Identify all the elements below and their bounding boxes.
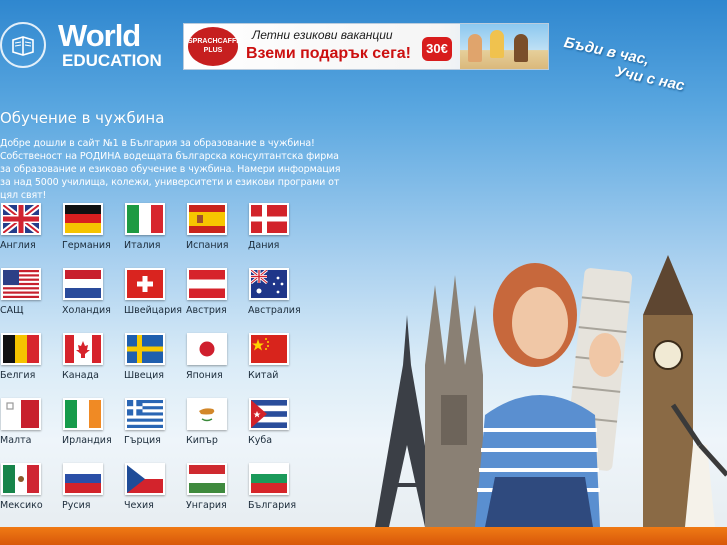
flag-spain-icon[interactable] bbox=[187, 203, 227, 235]
country-link[interactable]: Русия bbox=[62, 463, 124, 523]
country-label[interactable]: Чехия bbox=[124, 500, 154, 511]
country-label[interactable]: Мексико bbox=[0, 500, 43, 511]
country-label[interactable]: Италия bbox=[124, 240, 160, 251]
flag-netherlands-icon[interactable] bbox=[63, 268, 103, 300]
country-link[interactable]: Австралия bbox=[248, 268, 310, 328]
bottom-bar bbox=[0, 527, 727, 545]
landmarks-hero-image bbox=[375, 255, 727, 527]
page-title: Обучение в чужбина bbox=[0, 109, 165, 127]
country-link[interactable]: Швейцария bbox=[124, 268, 186, 328]
country-label[interactable]: САЩ bbox=[0, 305, 24, 316]
logo-world-text[interactable]: World bbox=[58, 20, 141, 52]
country-label[interactable]: Русия bbox=[62, 500, 90, 511]
country-link[interactable]: САЩ bbox=[0, 268, 62, 328]
country-link[interactable]: Кипър bbox=[186, 398, 248, 458]
country-link[interactable]: Малта bbox=[0, 398, 62, 458]
country-label[interactable]: Кипър bbox=[186, 435, 218, 446]
country-link[interactable]: Чехия bbox=[124, 463, 186, 523]
banner-headline: Летни езикови ваканции bbox=[252, 28, 393, 42]
country-label[interactable]: Унгария bbox=[186, 500, 227, 511]
flag-italy-icon[interactable] bbox=[125, 203, 165, 235]
banner-brand-logo: SPRACHCAFFE PLUS bbox=[188, 27, 241, 66]
country-link[interactable]: Унгария bbox=[186, 463, 248, 523]
flag-canada-icon[interactable] bbox=[63, 333, 103, 365]
flag-australia-icon[interactable] bbox=[249, 268, 289, 300]
flag-ireland-icon[interactable] bbox=[63, 398, 103, 430]
country-label[interactable]: Испания bbox=[186, 240, 228, 251]
country-label[interactable]: Холандия bbox=[62, 305, 111, 316]
country-link[interactable]: Австрия bbox=[186, 268, 248, 328]
banner-price-badge: 30€ bbox=[422, 37, 452, 61]
country-link[interactable]: Мексико bbox=[0, 463, 62, 523]
country-link[interactable]: България bbox=[248, 463, 310, 523]
country-label[interactable]: Гърция bbox=[124, 435, 161, 446]
country-label[interactable]: Япония bbox=[186, 370, 223, 381]
country-link[interactable]: Англия bbox=[0, 203, 62, 263]
flag-denmark-icon[interactable] bbox=[249, 203, 289, 235]
flag-greece-icon[interactable] bbox=[125, 398, 165, 430]
country-link[interactable]: Швеция bbox=[124, 333, 186, 393]
flag-switzerland-icon[interactable] bbox=[125, 268, 165, 300]
flag-mexico-icon[interactable] bbox=[1, 463, 41, 495]
flag-hungary-icon[interactable] bbox=[187, 463, 227, 495]
country-label[interactable]: Австралия bbox=[248, 305, 301, 316]
flag-malta-icon[interactable] bbox=[1, 398, 41, 430]
flag-czech-icon[interactable] bbox=[125, 463, 165, 495]
flag-sweden-icon[interactable] bbox=[125, 333, 165, 365]
country-label[interactable]: Австрия bbox=[186, 305, 227, 316]
country-flag-grid: Англия Германия Италия Испания Дания САЩ Холан… bbox=[0, 203, 330, 513]
country-link[interactable]: Испания bbox=[186, 203, 248, 263]
flag-bulgaria-icon[interactable] bbox=[249, 463, 289, 495]
country-label[interactable]: Малта bbox=[0, 435, 31, 446]
country-link[interactable]: Куба bbox=[248, 398, 310, 458]
flag-china-icon[interactable] bbox=[249, 333, 289, 365]
country-link[interactable]: Китай bbox=[248, 333, 310, 393]
country-label[interactable]: Германия bbox=[62, 240, 111, 251]
flag-germany-icon[interactable] bbox=[63, 203, 103, 235]
country-link[interactable]: Холандия bbox=[62, 268, 124, 328]
country-label[interactable]: Куба bbox=[248, 435, 272, 446]
country-label[interactable]: Англия bbox=[0, 240, 36, 251]
country-link[interactable]: Ирландия bbox=[62, 398, 124, 458]
promo-banner[interactable]: SPRACHCAFFE PLUS Летни езикови ваканции … bbox=[183, 23, 549, 70]
country-link[interactable]: Гърция bbox=[124, 398, 186, 458]
flag-belgium-icon[interactable] bbox=[1, 333, 41, 365]
country-link[interactable]: Япония bbox=[186, 333, 248, 393]
country-label[interactable]: Швейцария bbox=[124, 305, 182, 316]
flag-russia-icon[interactable] bbox=[63, 463, 103, 495]
flag-austria-icon[interactable] bbox=[187, 268, 227, 300]
country-label[interactable]: Белгия bbox=[0, 370, 35, 381]
flag-uk-icon[interactable] bbox=[1, 203, 41, 235]
country-label[interactable]: Канада bbox=[62, 370, 99, 381]
country-label[interactable]: България bbox=[248, 500, 296, 511]
logo-education-text[interactable]: EDUCATION bbox=[62, 52, 162, 70]
flag-japan-icon[interactable] bbox=[187, 333, 227, 365]
header: World EDUCATION SPRACHCAFFE PLUS Летни е… bbox=[0, 0, 727, 95]
country-link[interactable]: Белгия bbox=[0, 333, 62, 393]
country-label[interactable]: Ирландия bbox=[62, 435, 112, 446]
banner-photo bbox=[460, 24, 548, 69]
country-label[interactable]: Швеция bbox=[124, 370, 164, 381]
country-link[interactable]: Италия bbox=[124, 203, 186, 263]
flag-usa-icon[interactable] bbox=[1, 268, 41, 300]
country-label[interactable]: Китай bbox=[248, 370, 278, 381]
flag-cuba-icon[interactable] bbox=[249, 398, 289, 430]
intro-text: Добре дошли в сайт №1 в България за обра… bbox=[0, 138, 341, 201]
slogan: Бъди в час, Учи с нас bbox=[559, 34, 690, 96]
country-link[interactable]: Канада bbox=[62, 333, 124, 393]
country-link[interactable]: Дания bbox=[248, 203, 310, 263]
flag-cyprus-icon[interactable] bbox=[187, 398, 227, 430]
logo-emblem-icon[interactable] bbox=[0, 22, 46, 68]
banner-cta: Вземи подарък сега! bbox=[246, 45, 411, 62]
country-link[interactable]: Германия bbox=[62, 203, 124, 263]
country-label[interactable]: Дания bbox=[248, 240, 279, 251]
